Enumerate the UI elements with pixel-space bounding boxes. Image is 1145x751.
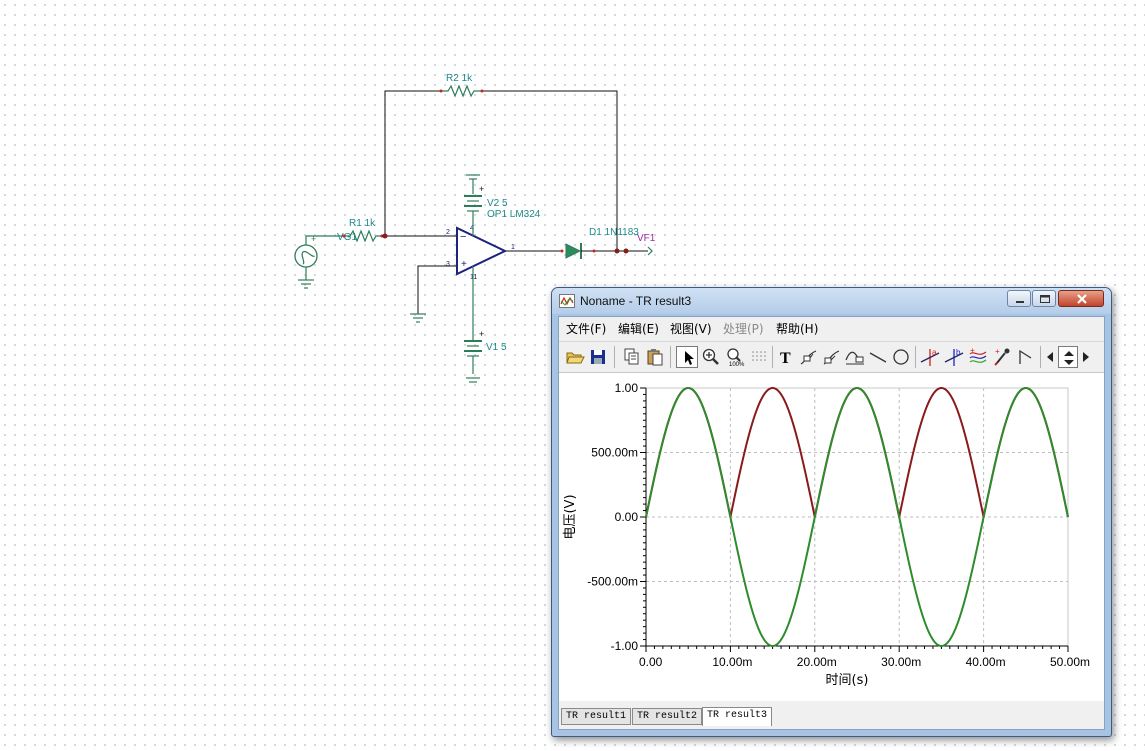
zoom-100-icon[interactable]: 100% xyxy=(724,346,746,368)
resistor-r2[interactable]: R2 1k xyxy=(439,73,484,98)
tab-tr-result2[interactable]: TR result2 xyxy=(632,708,703,725)
window-title: Noname - TR result3 xyxy=(580,294,692,308)
toolbar: 100% T a b + + xyxy=(559,341,1104,373)
vf1-label: VF1 xyxy=(637,233,656,244)
svg-text:b: b xyxy=(956,348,961,357)
pointer-icon[interactable] xyxy=(676,346,698,368)
x-tick-label: 30.00m xyxy=(881,655,921,669)
r2-label: R2 1k xyxy=(446,73,473,84)
plot-area[interactable]: 1.00 500.00m 0.00 -500.00m -1.00 0.00 10.00m 20… xyxy=(559,373,1104,701)
menu-file[interactable]: 文件(F) xyxy=(566,320,606,337)
r1-label: R1 1k xyxy=(349,218,376,229)
x-tick-label: 0.00 xyxy=(639,655,663,669)
app-icon xyxy=(559,294,575,308)
svg-text:−: − xyxy=(460,231,466,243)
paste-icon[interactable] xyxy=(644,346,666,368)
menu-bar: 文件(F) 编辑(E) 视图(V) 处理(P) 帮助(H) xyxy=(559,317,1104,339)
y-tick-label: 1.00 xyxy=(615,381,639,395)
svg-text:+: + xyxy=(479,184,484,194)
svg-text:+: + xyxy=(479,329,484,339)
x-tick-label: 50.00m xyxy=(1050,655,1090,669)
pin-3: 3 xyxy=(446,261,450,268)
menu-process[interactable]: 处理(P) xyxy=(723,320,764,337)
battery-v1[interactable] xyxy=(464,266,482,383)
save-icon[interactable] xyxy=(587,346,609,368)
op1-label: OP1 LM324 xyxy=(487,209,541,220)
ground-symbol xyxy=(410,313,426,323)
window-titlebar[interactable]: Noname - TR result3 xyxy=(552,288,1111,314)
minimize-icon xyxy=(1016,301,1024,303)
svg-text:+: + xyxy=(461,259,467,270)
menu-view[interactable]: 视图(V) xyxy=(670,320,712,337)
open-folder-icon[interactable] xyxy=(564,346,586,368)
result-tabs: TR result1 TR result2 TR result3 xyxy=(559,702,1104,729)
svg-text:+: + xyxy=(970,346,975,355)
x-tick-label: 40.00m xyxy=(966,655,1006,669)
v2-label: V2 5 xyxy=(487,198,508,209)
signal-source-vg1[interactable]: + VG1 xyxy=(294,232,357,289)
pin-11: 11 xyxy=(470,274,477,281)
y-tick-label: 500.00m xyxy=(591,446,638,460)
circle-icon[interactable] xyxy=(890,346,912,368)
line-icon[interactable] xyxy=(867,346,889,368)
curve-label3-icon[interactable] xyxy=(844,346,866,368)
cursor-b-icon[interactable]: b xyxy=(943,346,965,368)
menu-help[interactable]: 帮助(H) xyxy=(776,320,818,337)
x-axis-title: 时间(s) xyxy=(826,673,869,688)
y-tick-label: -500.00m xyxy=(587,575,638,589)
scroll-right-icon[interactable] xyxy=(1079,346,1093,368)
svg-text:100%: 100% xyxy=(729,362,745,368)
y-tick-label: 0.00 xyxy=(615,510,639,524)
y-tick-label: -1.00 xyxy=(611,639,639,653)
v1-label: V1 5 xyxy=(486,342,507,353)
curve-label-icon[interactable] xyxy=(798,346,820,368)
d1-label: D1 1N1183 xyxy=(589,227,639,238)
flag-icon[interactable] xyxy=(1015,346,1037,368)
svg-text:+: + xyxy=(995,347,1000,356)
maximize-button[interactable] xyxy=(1032,290,1056,307)
opamp-op1[interactable]: − + 2 3 1 4 11 OP1 LM324 xyxy=(446,209,541,281)
tab-tr-result1[interactable]: TR result1 xyxy=(561,708,632,725)
text-icon[interactable]: T xyxy=(775,346,797,368)
svg-text:a: a xyxy=(932,348,937,357)
close-icon xyxy=(1077,294,1087,304)
scroll-left-icon[interactable] xyxy=(1043,346,1057,368)
close-button[interactable] xyxy=(1058,290,1104,307)
minimize-button[interactable] xyxy=(1007,290,1031,307)
x-tick-label: 20.00m xyxy=(797,655,837,669)
window-client-area: 文件(F) 编辑(E) 视图(V) 处理(P) 帮助(H) 100% T a b… xyxy=(558,316,1105,730)
grid-icon[interactable] xyxy=(748,346,770,368)
pin-2: 2 xyxy=(446,229,450,236)
probe-icon[interactable]: + xyxy=(991,346,1013,368)
voltage-probe-vf1[interactable]: VF1 xyxy=(637,233,656,256)
tab-tr-result3[interactable]: TR result3 xyxy=(702,707,773,726)
svg-text:T: T xyxy=(780,350,791,367)
x-tick-label: 10.00m xyxy=(712,655,752,669)
scroll-updown-icon[interactable] xyxy=(1058,346,1078,368)
copy-icon[interactable] xyxy=(621,346,643,368)
pin-1: 1 xyxy=(511,244,515,251)
cursor-a-icon[interactable]: a xyxy=(919,346,941,368)
junction-dot xyxy=(382,233,388,239)
result-window[interactable]: Noname - TR result3 文件(F) 编辑(E) 视图(V) 处理… xyxy=(551,287,1112,737)
menu-edit[interactable]: 编辑(E) xyxy=(618,320,659,337)
waveform-chart[interactable]: 1.00500.00m0.00-500.00m-1.000.00 10.00m 20… xyxy=(559,373,1104,701)
y-axis-title: 电压(V) xyxy=(563,494,578,539)
junction-dot xyxy=(614,248,620,254)
feedback-wires xyxy=(384,90,618,251)
curve-label2-icon[interactable] xyxy=(821,346,843,368)
waveform-icon[interactable]: + xyxy=(967,346,989,368)
junction-dot xyxy=(623,248,629,254)
diode-d1[interactable]: D1 1N1183 xyxy=(560,227,640,259)
maximize-icon xyxy=(1040,295,1050,303)
zoom-in-icon[interactable] xyxy=(700,346,722,368)
